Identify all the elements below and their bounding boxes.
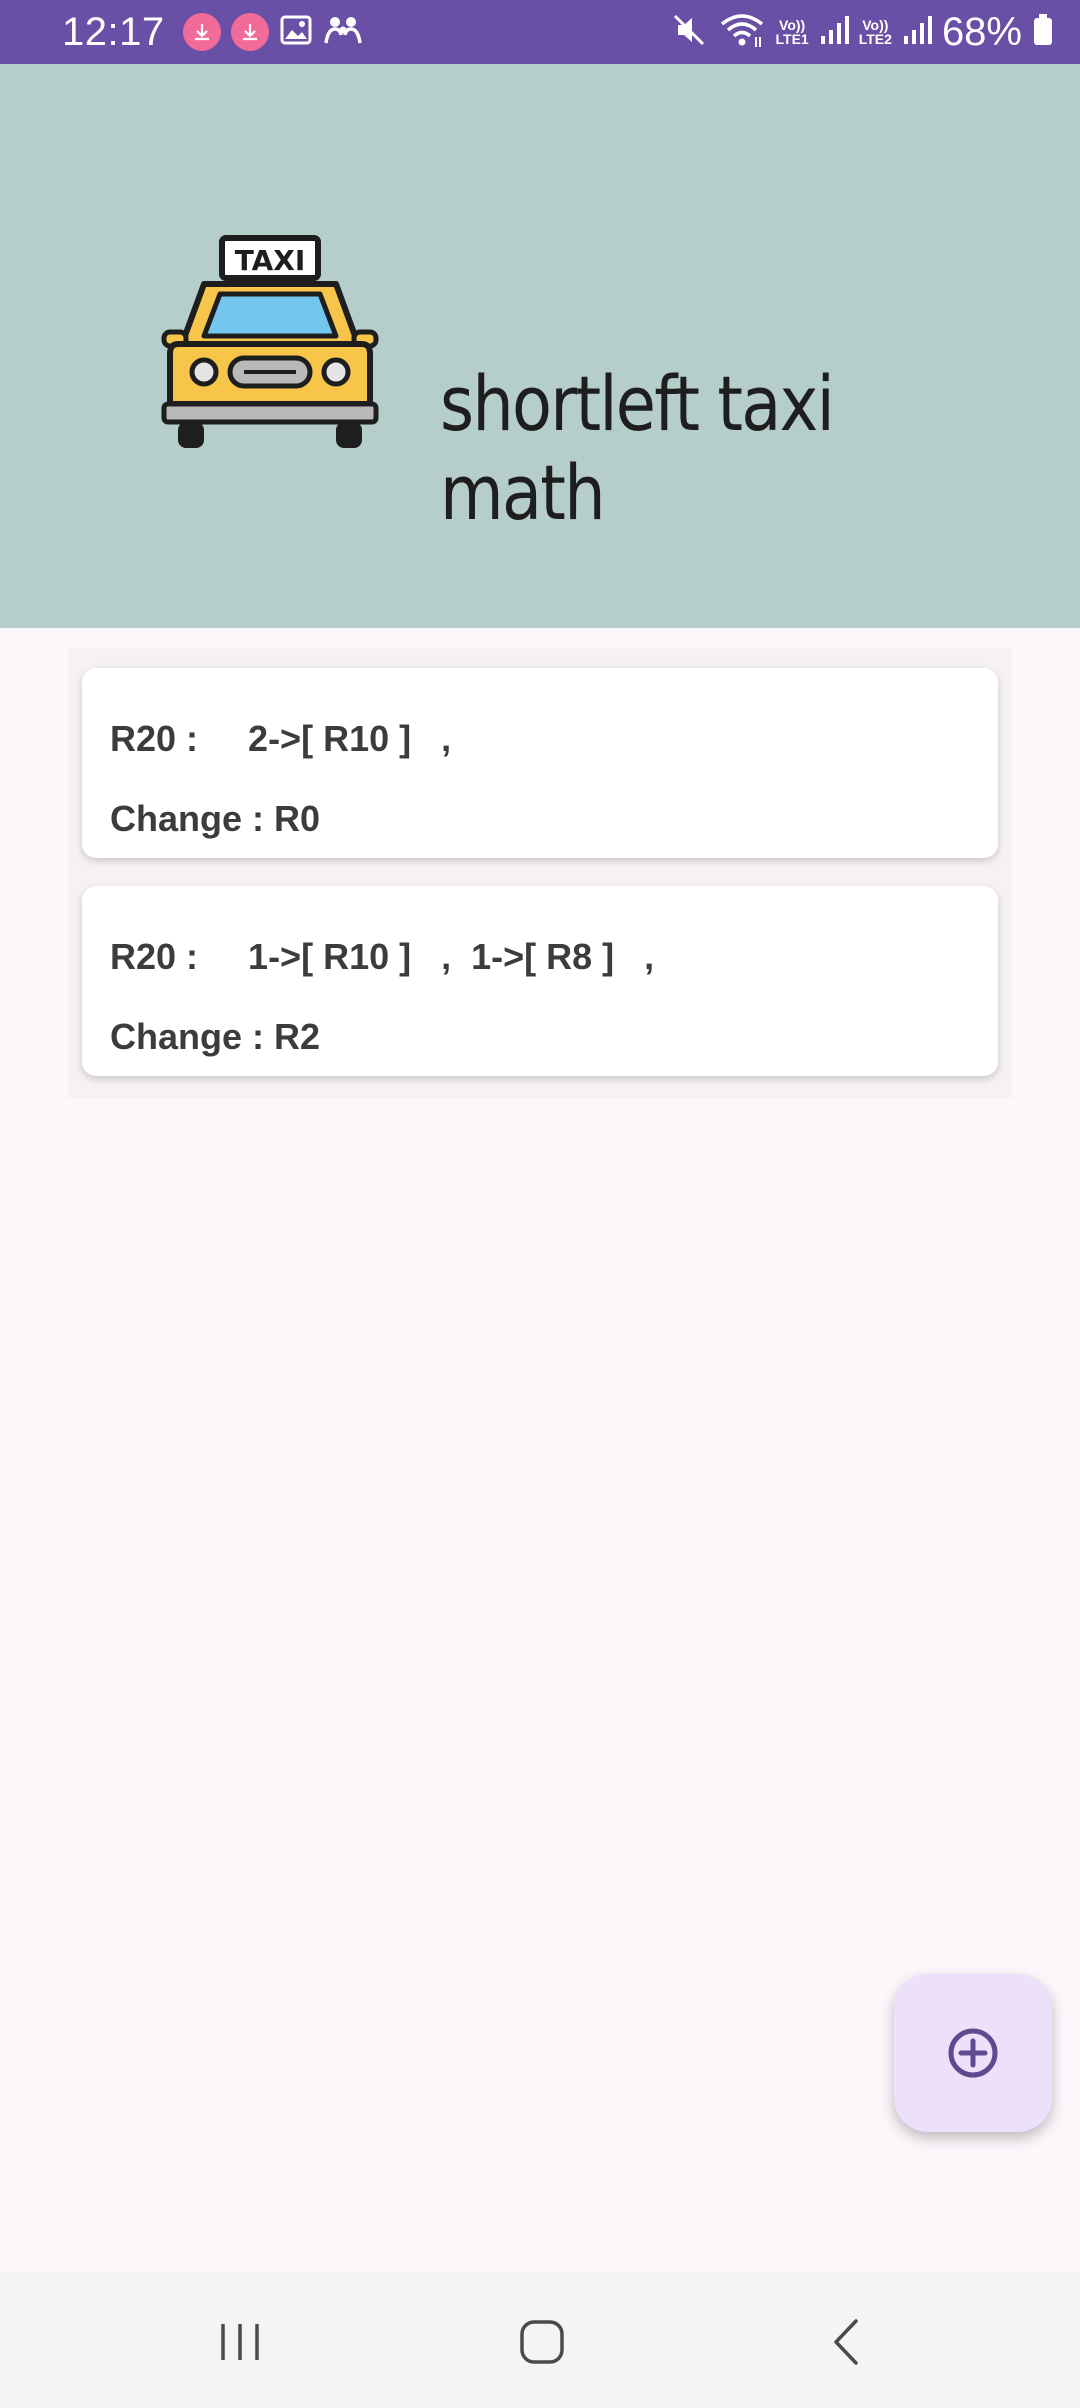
add-button[interactable] bbox=[894, 1974, 1052, 2132]
signal-icon bbox=[819, 14, 849, 51]
battery-icon bbox=[1032, 13, 1054, 52]
sim2-indicator: Vo)) LTE2 bbox=[859, 18, 892, 46]
signal-icon bbox=[902, 14, 932, 51]
result-change: Change : R0 bbox=[110, 798, 321, 839]
sim2-label: LTE2 bbox=[858, 31, 892, 47]
navigation-bar bbox=[0, 2272, 1080, 2408]
result-card[interactable]: R20 : 2->[ R10 ] , Change : R0 bbox=[82, 668, 998, 858]
download-icon bbox=[182, 13, 221, 51]
back-button[interactable] bbox=[816, 2312, 876, 2372]
battery-percent: 68% bbox=[941, 9, 1022, 54]
result-change: Change : R2 bbox=[110, 1016, 321, 1057]
app-title: shortleft taxi math bbox=[440, 359, 835, 537]
wifi-icon bbox=[718, 11, 766, 54]
family-icon bbox=[323, 13, 363, 52]
home-button[interactable] bbox=[512, 2312, 572, 2372]
header-banner: TAXI shortleft taxi math bbox=[0, 64, 1080, 628]
taxi-sign-text: TAXI bbox=[235, 244, 306, 277]
recents-button[interactable] bbox=[210, 2312, 270, 2372]
gallery-icon bbox=[279, 13, 313, 52]
recents-icon bbox=[221, 2324, 259, 2360]
status-time: 12:17 bbox=[62, 9, 165, 54]
back-icon bbox=[834, 2319, 858, 2365]
status-bar: 12:17 Vo)) LTE1 Vo)) LTE2 68% bbox=[0, 0, 1080, 64]
status-system-icons: Vo)) LTE1 Vo)) LTE2 68% bbox=[670, 10, 1054, 55]
taxi-logo-icon: TAXI bbox=[161, 235, 379, 448]
mute-icon bbox=[670, 11, 708, 54]
sim1-indicator: Vo)) LTE1 bbox=[776, 18, 809, 46]
home-icon bbox=[520, 2320, 564, 2364]
sim1-label: LTE1 bbox=[775, 31, 809, 47]
result-breakdown: R20 : 2->[ R10 ] , bbox=[110, 718, 452, 759]
result-breakdown: R20 : 1->[ R10 ] , 1->[ R8 ] , bbox=[110, 936, 655, 977]
status-notification-icons bbox=[182, 13, 363, 52]
result-card[interactable]: R20 : 1->[ R10 ] , 1->[ R8 ] , Change : … bbox=[82, 886, 998, 1076]
results-list[interactable]: R20 : 2->[ R10 ] , Change : R0 R20 : 1->… bbox=[68, 648, 1012, 1098]
download-icon bbox=[230, 13, 269, 51]
add-circle-icon bbox=[948, 2028, 998, 2078]
